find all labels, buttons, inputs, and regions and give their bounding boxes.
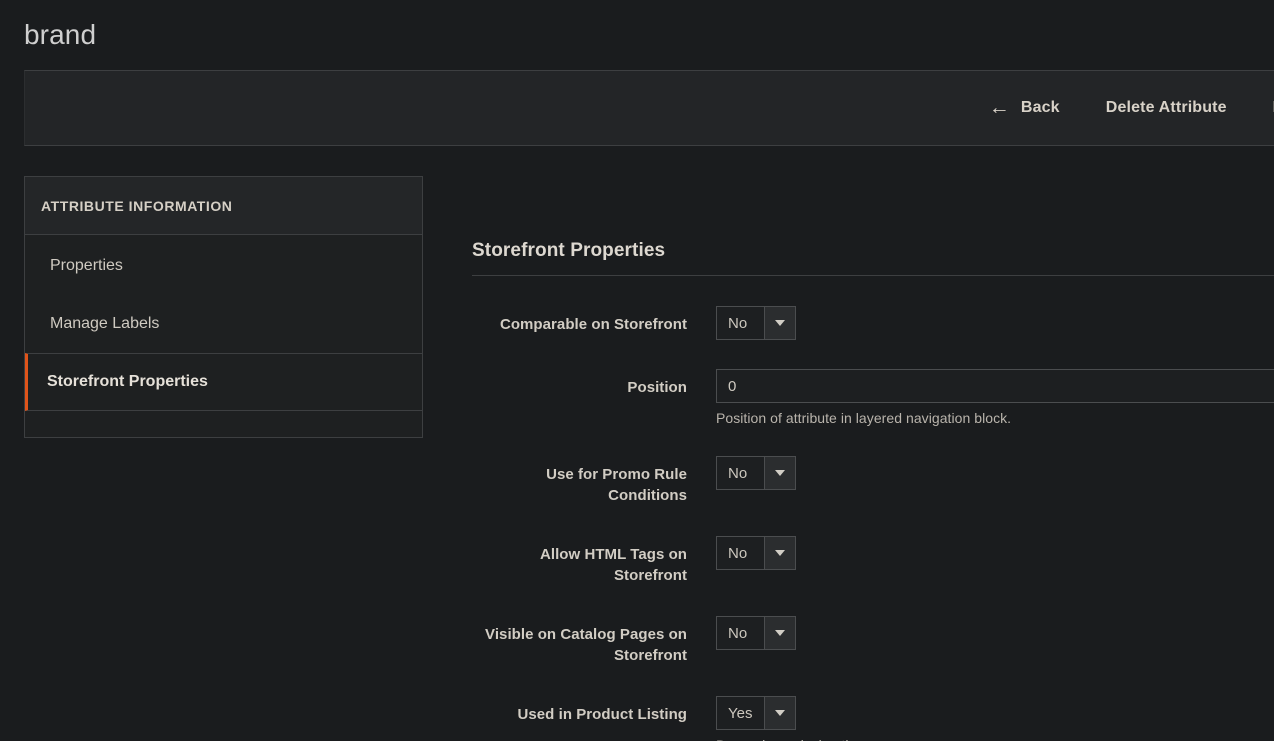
use-for-promo-rule-conditions-select[interactable]: No: [716, 456, 796, 490]
field-label: Use for Promo Rule Conditions: [546, 466, 687, 504]
field-row-use-for-promo-rule-conditions: Use for Promo Rule Conditions No: [472, 456, 1274, 506]
sidebar-item-properties[interactable]: Properties: [25, 237, 422, 295]
chevron-down-icon[interactable]: [764, 537, 795, 569]
visible-on-catalog-pages-select[interactable]: No: [716, 616, 796, 650]
admin-page: brand ← Back Delete Attribute Reset ATTR…: [0, 0, 1274, 741]
sidebar-header: ATTRIBUTE INFORMATION: [25, 177, 422, 235]
delete-attribute-label: Delete Attribute: [1105, 99, 1227, 116]
chevron-down-icon[interactable]: [764, 307, 795, 339]
position-input[interactable]: [716, 369, 1274, 403]
sidebar-item-storefront-properties[interactable]: Storefront Properties: [25, 353, 422, 411]
field-row-allow-html-tags-on-storefront: Allow HTML Tags on Storefront No: [472, 536, 1274, 586]
sidebar-item-manage-labels[interactable]: Manage Labels: [25, 295, 422, 353]
field-row-comparable-on-storefront: Comparable on Storefront No: [472, 306, 1274, 340]
comparable-on-storefront-select[interactable]: No: [716, 306, 796, 340]
select-value: No: [717, 537, 764, 569]
field-label: Used in Product Listing: [517, 706, 687, 723]
field-control: No: [716, 456, 796, 490]
select-value: No: [717, 307, 764, 339]
fieldset-title: Storefront Properties: [472, 240, 1274, 276]
field-row-position: Position Position of attribute in layere…: [472, 369, 1274, 426]
field-note: Position of attribute in layered navigat…: [716, 410, 1012, 426]
field-label: Allow HTML Tags on Storefront: [539, 546, 687, 584]
field-row-visible-on-catalog-pages-on-storefront: Visible on Catalog Pages on Storefront N…: [472, 616, 1274, 666]
sidebar-item-list: Properties Manage Labels Storefront Prop…: [25, 235, 422, 411]
field-control: Position of attribute in layered navigat…: [716, 369, 1274, 426]
field-label: Comparable on Storefront: [499, 316, 687, 333]
page-title-bar: brand: [0, 0, 1274, 70]
sidebar-item-label: Storefront Properties: [47, 373, 208, 390]
select-value: No: [717, 457, 764, 489]
field-control: No: [716, 306, 796, 340]
back-button-label: Back: [1020, 99, 1060, 116]
arrow-left-icon: ←: [988, 95, 1010, 119]
page-actions-toolbar: ← Back Delete Attribute Reset: [24, 70, 1274, 146]
allow-html-tags-on-storefront-select[interactable]: No: [716, 536, 796, 570]
back-button[interactable]: ← Back: [989, 90, 1060, 127]
delete-attribute-button[interactable]: Delete Attribute: [1106, 91, 1227, 125]
select-value: Yes: [717, 697, 764, 729]
sidebar-item-label: Manage Labels: [50, 315, 160, 332]
field-label: Position: [627, 379, 687, 396]
attribute-information-sidebar: ATTRIBUTE INFORMATION Properties Manage …: [24, 176, 423, 438]
field-label: Visible on Catalog Pages on Storefront: [485, 626, 687, 664]
select-value: No: [717, 617, 764, 649]
chevron-down-icon[interactable]: [764, 457, 795, 489]
field-control: No: [716, 536, 796, 570]
page-title: brand: [24, 19, 97, 50]
storefront-properties-form: Storefront Properties Comparable on Stor…: [472, 240, 1274, 741]
chevron-down-icon[interactable]: [764, 617, 795, 649]
field-note: Depends on design theme.: [716, 737, 885, 741]
field-row-used-in-product-listing: Used in Product Listing Yes Depends on d…: [472, 696, 1274, 741]
used-in-product-listing-select[interactable]: Yes: [716, 696, 796, 730]
sidebar-footer: [25, 411, 422, 437]
chevron-down-icon[interactable]: [764, 697, 795, 729]
field-control: Yes Depends on design theme.: [716, 696, 885, 741]
sidebar-item-label: Properties: [50, 257, 123, 274]
field-control: No: [716, 616, 796, 650]
